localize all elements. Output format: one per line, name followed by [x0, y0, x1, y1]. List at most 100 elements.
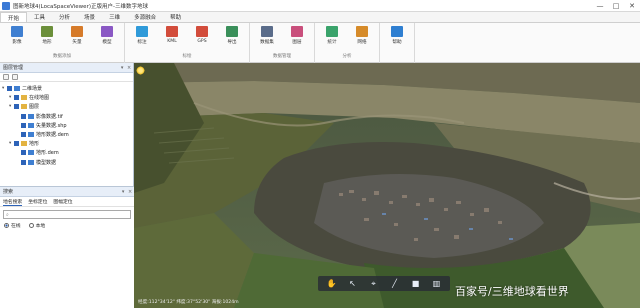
search-tab[interactable]: 地名搜索	[3, 198, 23, 206]
maximize-button[interactable]: □	[608, 0, 624, 12]
window-title: 图新地球4(LocaSpaceViewer)正版用户-三维数字地球	[13, 3, 148, 10]
measure-tool-icon[interactable]: ▥	[432, 279, 442, 289]
tool-label: 影像	[12, 40, 22, 45]
radio-label: 本地	[35, 224, 46, 229]
menu-item[interactable]: 开始	[0, 12, 28, 22]
tool-label: 导出	[227, 40, 237, 45]
image-button[interactable]: 影像	[2, 26, 32, 45]
layer-tree-item[interactable]: 矢量数据.shp	[0, 121, 133, 130]
tool-label: 网络	[357, 40, 367, 45]
search-icon: ⌕	[6, 211, 9, 218]
layer-label: 影像数据.tif	[36, 113, 63, 120]
remove-layer-icon[interactable]	[12, 74, 18, 80]
search-panel-title: 搜索	[3, 189, 14, 195]
ribbon-group: 统计 网络分析	[315, 23, 380, 63]
ribbon-group: 帮助	[380, 23, 415, 63]
layers-panel-header: 图层管理 ▾ ×	[0, 63, 133, 73]
radio-dot	[28, 223, 34, 228]
dataset-button[interactable]: 数据集	[252, 26, 282, 45]
pin-button[interactable]: 标注	[127, 26, 157, 45]
ribbon-group-label: 分析	[342, 54, 352, 59]
menu-item[interactable]: 工具	[27, 12, 52, 22]
layer-tree-item[interactable]: ▾ 图层	[0, 102, 133, 111]
close-button[interactable]: ✕	[624, 0, 640, 12]
search-tab[interactable]: 坐标定位	[28, 198, 47, 205]
help-button[interactable]: 帮助	[382, 26, 412, 45]
map-viewport[interactable]	[134, 63, 640, 308]
terrain-icon	[28, 150, 34, 156]
layer-tree-item[interactable]: ▾ 地形	[0, 139, 133, 148]
terrain-button[interactable]: 地形	[32, 26, 62, 45]
layer-visibility-checkbox[interactable]	[14, 141, 19, 147]
network-button[interactable]: 网络	[347, 26, 377, 45]
export-button[interactable]: 导出	[217, 26, 247, 45]
layer-label: 在线地图	[29, 95, 50, 102]
ribbon-group: 影像 地形 矢量 模型 数据添加	[0, 23, 125, 63]
layer-button[interactable]: 图层	[282, 26, 312, 45]
sun-icon[interactable]	[136, 66, 145, 75]
tool-label: 矢量	[72, 40, 82, 45]
layer-visibility-checkbox[interactable]	[7, 86, 12, 92]
gps-button[interactable]: GPS	[187, 26, 217, 44]
model-button[interactable]: 模型	[92, 26, 122, 45]
layer-label: 地形.dem	[36, 150, 59, 157]
network-icon	[356, 26, 368, 37]
menu-item[interactable]: 分析	[52, 12, 77, 22]
layer-visibility-checkbox[interactable]	[14, 104, 19, 110]
layer-tree-item[interactable]: 地形.dem	[0, 148, 133, 157]
layer-visibility-checkbox[interactable]	[21, 132, 26, 138]
menu-item[interactable]: 三维	[102, 12, 127, 22]
layer-tree-item[interactable]: ▾ 二维场景	[0, 84, 133, 93]
close-icon[interactable]: ×	[127, 65, 131, 71]
layer-visibility-checkbox[interactable]	[21, 113, 26, 119]
kml-button[interactable]: KML	[157, 26, 187, 44]
layer-tree-item[interactable]: 地形数据.dem	[0, 130, 133, 139]
close-icon[interactable]: ×	[128, 189, 132, 195]
pin-icon[interactable]: ▾	[122, 189, 125, 195]
gps-icon	[196, 26, 208, 37]
vector-button[interactable]: 矢量	[62, 26, 92, 45]
menu-item[interactable]: 场景	[77, 12, 102, 22]
search-source-radio[interactable]: 在线	[4, 222, 21, 229]
line-tool-icon[interactable]: ╱	[390, 279, 400, 289]
window-controls: — □ ✕	[592, 0, 640, 12]
polygon-tool-icon[interactable]: ■	[411, 279, 421, 289]
search-source-options: 在线 本地	[0, 222, 134, 229]
tool-label: GPS	[197, 39, 207, 44]
tool-label: 统计	[327, 40, 337, 45]
terrain-icon	[41, 26, 53, 37]
pin-icon[interactable]: ▾	[121, 65, 124, 71]
menu-item[interactable]: 帮助	[163, 12, 188, 22]
tool-label: 模型	[102, 40, 112, 45]
map-toolbar: ✋ ↖ ⌖ ╱ ■ ▥	[318, 276, 450, 291]
layer-label: 二维场景	[22, 86, 43, 93]
folder-icon	[21, 95, 27, 101]
menu-item[interactable]: 多源融合	[127, 12, 163, 22]
ribbon-group-label	[382, 53, 412, 62]
stats-button[interactable]: 统计	[317, 26, 347, 45]
layer-visibility-checkbox[interactable]	[21, 150, 26, 156]
pan-tool-icon[interactable]: ✋	[327, 279, 337, 289]
layer-tree-item[interactable]: ▾ 在线地图	[0, 93, 133, 102]
layer-tree-item[interactable]: 影像数据.tif	[0, 112, 133, 121]
select-tool-icon[interactable]: ↖	[348, 279, 358, 289]
minimize-button[interactable]: —	[592, 0, 608, 12]
layer-visibility-checkbox[interactable]	[21, 159, 26, 165]
tool-label: KML	[167, 39, 177, 44]
kml-icon	[166, 26, 178, 37]
layer-label: 图层	[29, 104, 40, 111]
layers-toolbar	[0, 73, 133, 82]
ribbon-group: 标注 KML GPS 导出标绘	[125, 23, 250, 63]
layer-visibility-checkbox[interactable]	[21, 122, 26, 128]
point-tool-icon[interactable]: ⌖	[369, 279, 379, 289]
ribbon-group-label: 标绘	[182, 54, 192, 59]
layer-visibility-checkbox[interactable]	[14, 95, 19, 101]
model-icon	[28, 159, 34, 165]
layer-tree-item[interactable]: 模型数据	[0, 158, 133, 167]
search-input[interactable]: ⌕	[3, 210, 131, 219]
ribbon-toolbar: 影像 地形 矢量 模型 数据添加 标注 KML GPS 导出 标绘 数据集 图层 数据管理 统计 网络 分析 帮…	[0, 23, 640, 63]
search-tab[interactable]: 图幅定位	[53, 198, 72, 205]
search-source-radio[interactable]: 本地	[28, 222, 46, 229]
add-layer-icon[interactable]	[3, 74, 9, 80]
layer-label: 地形数据.dem	[36, 132, 69, 139]
